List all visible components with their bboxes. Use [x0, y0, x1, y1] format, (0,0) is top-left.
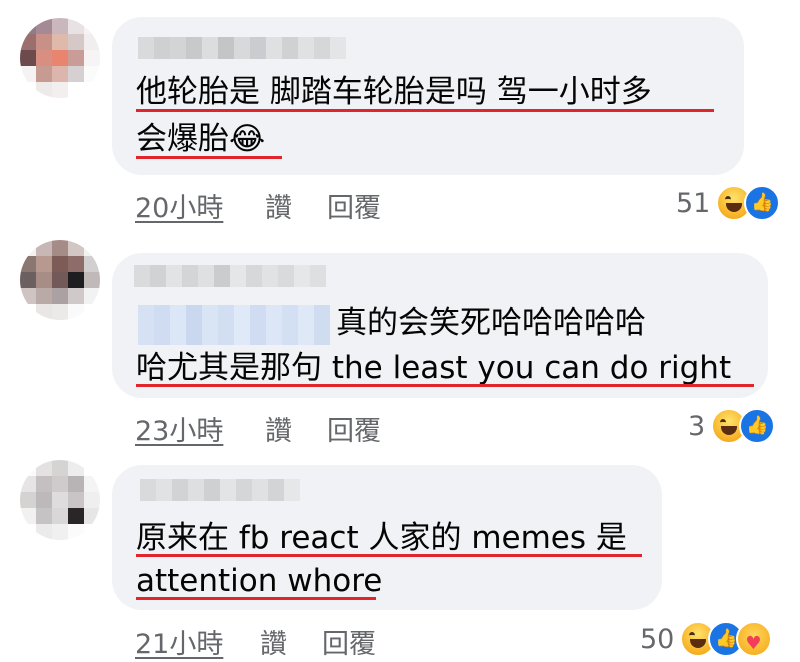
timestamp-link[interactable]: 23小時 [135, 409, 223, 448]
reactions-summary[interactable]: 50 👍 [640, 621, 773, 657]
comment-bubble: 他轮胎是 脚踏车轮胎是吗 驾一小时多 会爆胎😂 [112, 17, 744, 175]
comment-text-line-1: 真的会笑死哈哈哈哈哈 [336, 305, 646, 341]
red-underline [136, 156, 282, 159]
reaction-count: 51 [676, 187, 711, 219]
comment-text-line-2: 会爆胎😂 [136, 121, 266, 157]
timestamp-link[interactable]: 20小時 [135, 186, 223, 225]
reaction-count: 3 [688, 410, 706, 442]
comment-bubble: 真的会笑死哈哈哈哈哈 哈尤其是那句 the least you can do r… [112, 253, 768, 398]
reaction-count: 50 [640, 623, 675, 655]
reactions-summary[interactable]: 3 👍 [688, 408, 776, 444]
avatar[interactable] [20, 18, 100, 98]
like-button[interactable]: 讚 [265, 409, 292, 448]
red-underline [136, 554, 642, 557]
reply-button[interactable]: 回覆 [322, 622, 376, 661]
care-icon [736, 621, 773, 657]
like-icon: 👍 [739, 408, 776, 444]
red-underline [136, 384, 754, 387]
comment-text-line-1: 他轮胎是 脚踏车轮胎是吗 驾一小时多 [136, 74, 652, 110]
like-button[interactable]: 讚 [265, 186, 292, 225]
timestamp-link[interactable]: 21小時 [135, 622, 223, 661]
comment-bubble: 原来在 fb react 人家的 memes 是 attention whore [112, 465, 662, 610]
reply-button[interactable]: 回覆 [327, 186, 381, 225]
red-underline [136, 597, 376, 600]
red-underline [136, 109, 714, 112]
avatar[interactable] [20, 460, 100, 540]
like-icon: 👍 [744, 185, 781, 221]
avatar[interactable] [20, 240, 100, 320]
like-button[interactable]: 讚 [260, 622, 287, 661]
reactions-summary[interactable]: 51 👍 [676, 185, 781, 221]
commenter-name-blurred[interactable] [138, 37, 346, 59]
tagged-name-blurred[interactable] [138, 305, 330, 345]
commenter-name-blurred[interactable] [134, 265, 326, 287]
reply-button[interactable]: 回覆 [327, 409, 381, 448]
commenter-name-blurred[interactable] [140, 479, 300, 501]
